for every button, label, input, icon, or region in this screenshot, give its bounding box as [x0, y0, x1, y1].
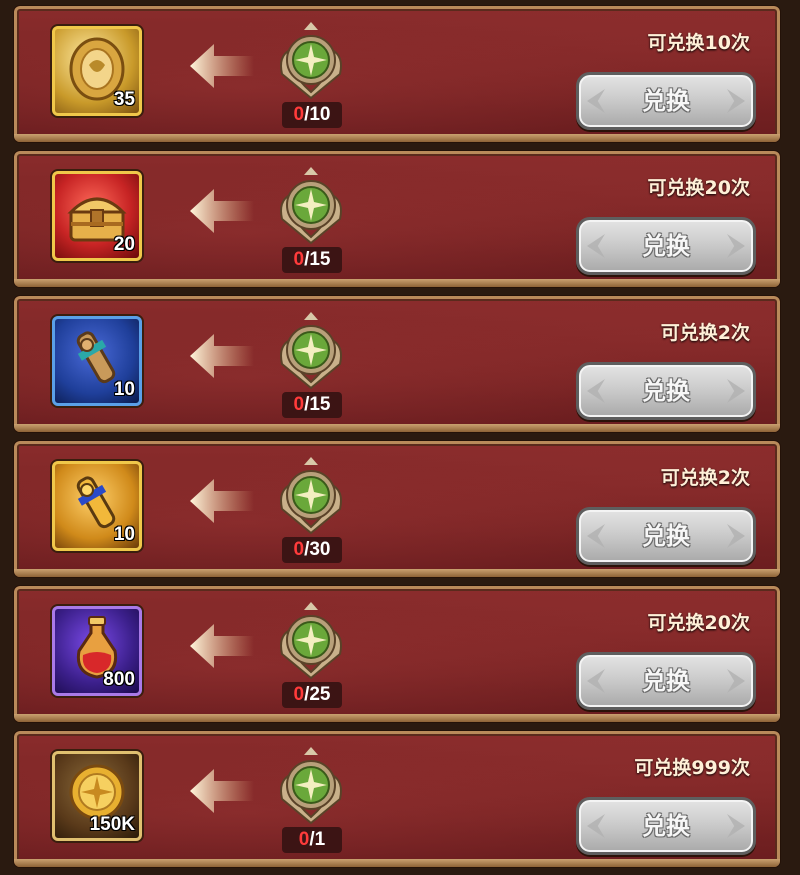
- exchange-button[interactable]: 兑换: [576, 507, 756, 565]
- green-compass-medal-icon: [280, 167, 342, 245]
- exchange-row: 20 0/15 可兑换20次 兑换: [14, 151, 780, 287]
- gold-scroll-icon[interactable]: 10: [52, 461, 142, 551]
- green-compass-medal-icon: [280, 22, 342, 100]
- cost-progress: 0/10: [282, 102, 342, 128]
- arrow-left-icon: [190, 479, 254, 523]
- cost-progress: 0/1: [282, 827, 342, 853]
- exchange-button[interactable]: 兑换: [576, 362, 756, 420]
- exchange-button[interactable]: 兑换: [576, 652, 756, 710]
- item-quantity: 800: [103, 669, 135, 690]
- cost-current: 0: [298, 829, 310, 850]
- arrow-left-icon: [190, 189, 254, 233]
- bronze-scroll-icon[interactable]: 10: [52, 316, 142, 406]
- item-quantity: 10: [113, 379, 135, 400]
- exchange-limit-text: 可兑换999次: [634, 757, 750, 779]
- cost-current: 0: [293, 684, 305, 705]
- cost-progress: 0/30: [282, 537, 342, 563]
- arrow-left-icon: [190, 624, 254, 668]
- arrow-left-icon: [190, 44, 254, 88]
- gold-rune-stone-icon[interactable]: 35: [52, 26, 142, 116]
- exchange-button[interactable]: 兑换: [576, 217, 756, 275]
- item-quantity: 10: [113, 524, 135, 545]
- green-compass-medal-icon: [280, 602, 342, 680]
- cost-current: 0: [293, 104, 305, 125]
- potion-bottle-icon[interactable]: 800: [52, 606, 142, 696]
- cost-total: /25: [304, 684, 331, 705]
- green-compass-medal-icon: [280, 312, 342, 390]
- cost-progress: 0/15: [282, 247, 342, 273]
- exchange-row: 10 0/15 可兑换2次 兑换: [14, 296, 780, 432]
- cost-total: /10: [304, 104, 331, 125]
- cost-progress: 0/15: [282, 392, 342, 418]
- treasure-chest-icon[interactable]: 20: [52, 171, 142, 261]
- item-quantity: 35: [113, 89, 135, 110]
- cost-total: /30: [304, 539, 331, 560]
- cost-current: 0: [293, 394, 305, 415]
- exchange-limit-text: 可兑换20次: [647, 612, 750, 634]
- exchange-limit-text: 可兑换2次: [660, 322, 750, 344]
- exchange-list: 35 0/10 可兑换10次 兑换 20 0/15 可兑换20次 兑换 10 0…: [0, 0, 800, 875]
- exchange-limit-text: 可兑换10次: [647, 32, 750, 54]
- item-quantity: 20: [113, 234, 135, 255]
- green-compass-medal-icon: [280, 457, 342, 535]
- item-quantity: 150K: [89, 814, 135, 835]
- gold-coin-icon[interactable]: 150K: [52, 751, 142, 841]
- exchange-row: 150K 0/1 可兑换999次 兑换: [14, 731, 780, 867]
- cost-current: 0: [293, 249, 305, 270]
- exchange-limit-text: 可兑换20次: [647, 177, 750, 199]
- arrow-left-icon: [190, 769, 254, 813]
- exchange-row: 800 0/25 可兑换20次 兑换: [14, 586, 780, 722]
- arrow-left-icon: [190, 334, 254, 378]
- cost-total: /15: [304, 249, 331, 270]
- cost-progress: 0/25: [282, 682, 342, 708]
- green-compass-medal-icon: [280, 747, 342, 825]
- exchange-button[interactable]: 兑换: [576, 797, 756, 855]
- exchange-limit-text: 可兑换2次: [660, 467, 750, 489]
- exchange-row: 35 0/10 可兑换10次 兑换: [14, 6, 780, 142]
- cost-total: /15: [304, 394, 331, 415]
- exchange-row: 10 0/30 可兑换2次 兑换: [14, 441, 780, 577]
- cost-total: /1: [309, 829, 326, 850]
- exchange-button[interactable]: 兑换: [576, 72, 756, 130]
- cost-current: 0: [293, 539, 305, 560]
